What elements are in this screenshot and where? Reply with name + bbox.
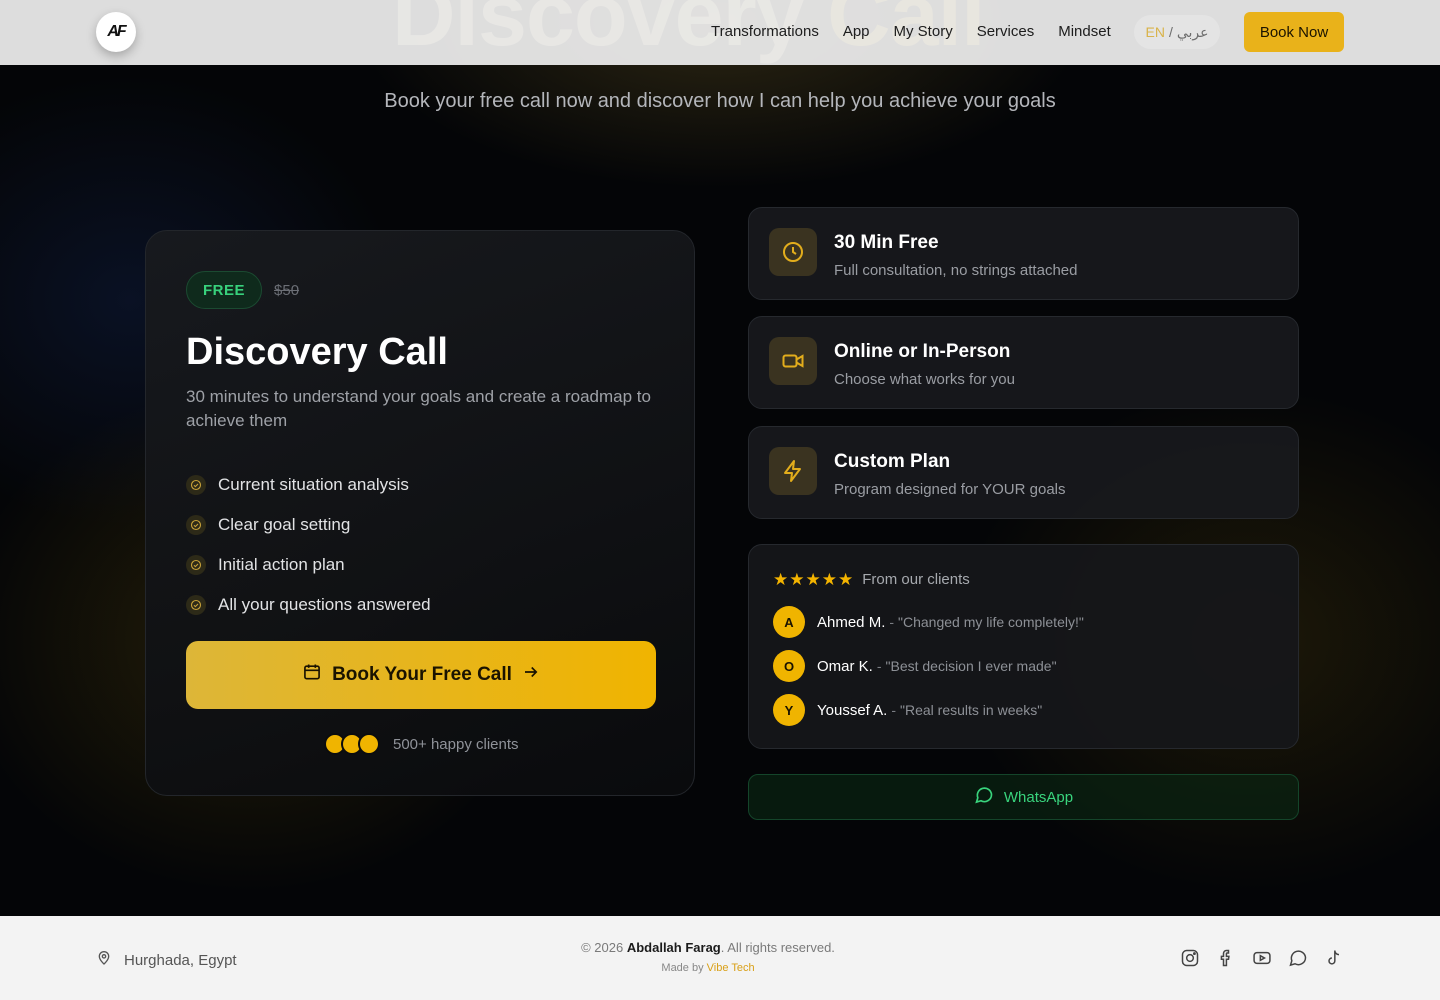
card-title: Discovery Call [186, 331, 448, 373]
tiktok-icon[interactable] [1324, 948, 1344, 968]
nav-link-transformations[interactable]: Transformations [711, 23, 819, 40]
made-by-label: Made by [661, 962, 704, 974]
testimonial-quote: "Real results in weeks" [900, 702, 1043, 718]
book-now-button[interactable]: Book Now [1244, 12, 1344, 52]
feature-label: Initial action plan [218, 555, 345, 574]
nav-links: Transformations App My Story Services Mi… [711, 23, 1111, 40]
location-label: Hurghada, Egypt [124, 951, 237, 969]
separator: - [876, 658, 882, 674]
testimonial-quote: "Changed my life completely!" [898, 614, 1084, 630]
map-pin-icon [96, 950, 112, 970]
avatar: Y [773, 694, 805, 726]
feature-label: Current situation analysis [218, 475, 409, 494]
testimonial-row: Y Youssef A. - "Real results in weeks" [773, 694, 1042, 726]
hero-subtitle: Book your free call now and discover how… [384, 90, 1056, 112]
old-price: $50 [274, 281, 300, 299]
highlight-title: Online or In-Person [834, 341, 1011, 362]
avatar [358, 733, 380, 755]
testimonial-quote: "Best decision I ever made" [885, 658, 1057, 674]
highlight-subtitle: Choose what works for you [834, 371, 1015, 388]
whatsapp-button[interactable]: WhatsApp [748, 774, 1299, 820]
nav-link-services[interactable]: Services [977, 23, 1035, 40]
lang-ar[interactable]: عربي [1177, 24, 1209, 41]
feature-item: All your questions answered [186, 585, 431, 625]
whatsapp-icon[interactable] [1288, 948, 1308, 968]
feature-item: Current situation analysis [186, 465, 431, 505]
feature-list: Current situation analysis Clear goal se… [186, 465, 431, 625]
happy-clients-label: 500+ happy clients [393, 735, 519, 753]
logo[interactable]: AF [96, 12, 136, 52]
star-icon: ★ [821, 570, 837, 589]
separator: - [889, 614, 895, 630]
avatar: A [773, 606, 805, 638]
testimonial-row: O Omar K. - "Best decision I ever made" [773, 650, 1057, 682]
arrow-right-icon [522, 663, 540, 687]
lang-separator: / [1168, 24, 1173, 40]
star-icon: ★ [773, 570, 789, 589]
owner-name: Abdallah Farag [626, 940, 721, 955]
nav-link-mindset[interactable]: Mindset [1058, 23, 1111, 40]
video-camera-icon [769, 337, 817, 385]
location: Hurghada, Egypt [96, 950, 237, 970]
check-icon [186, 515, 206, 535]
highlight-subtitle: Full consultation, no strings attached [834, 262, 1078, 279]
testimonials-label: From our clients [862, 571, 970, 588]
youtube-icon[interactable] [1252, 948, 1272, 968]
footer: Hurghada, Egypt © 2026 Abdallah Farag. A… [0, 916, 1440, 1000]
testimonial-name: Ahmed M. [817, 613, 886, 631]
rating-row: ★ ★ ★ ★ ★ From our clients [773, 571, 970, 588]
clock-icon [769, 228, 817, 276]
highlight-card-online: Online or In-Person Choose what works fo… [748, 316, 1299, 409]
feature-label: Clear goal setting [218, 515, 351, 534]
made-by: Made by Vibe Tech [520, 962, 896, 974]
lightning-icon [769, 447, 817, 495]
star-icon: ★ [838, 570, 854, 589]
made-by-link[interactable]: Vibe Tech [707, 962, 755, 974]
card-description: 30 minutes to understand your goals and … [186, 387, 651, 430]
star-icon: ★ [789, 570, 805, 589]
highlight-card-plan: Custom Plan Program designed for YOUR go… [748, 426, 1299, 519]
free-badge: FREE [186, 271, 263, 309]
navbar: AF Transformations App My Story Services… [0, 0, 1440, 65]
discovery-call-card: FREE $50 Discovery Call 30 minutes to un… [145, 230, 695, 796]
testimonials-card: ★ ★ ★ ★ ★ From our clients A Ahmed M. - … [748, 544, 1299, 749]
testimonial-name: Youssef A. [817, 701, 888, 719]
testimonial-name: Omar K. [817, 657, 873, 675]
star-icon: ★ [805, 570, 821, 589]
lang-en[interactable]: EN [1146, 24, 1165, 40]
separator: - [891, 702, 897, 718]
language-switcher[interactable]: EN / عربي [1134, 15, 1220, 49]
social-links [1180, 948, 1344, 968]
feature-item: Clear goal setting [186, 505, 431, 545]
check-icon [186, 555, 206, 575]
highlight-title: 30 Min Free [834, 232, 939, 253]
facebook-icon[interactable] [1216, 948, 1236, 968]
feature-label: All your questions answered [218, 595, 431, 614]
rights-text: . All rights reserved. [720, 940, 835, 955]
chat-bubble-icon [974, 785, 994, 809]
testimonial-row: A Ahmed M. - "Changed my life completely… [773, 606, 1084, 638]
cta-label: Book Your Free Call [332, 664, 512, 685]
nav-link-app[interactable]: App [843, 23, 870, 40]
feature-item: Initial action plan [186, 545, 431, 585]
book-free-call-button[interactable]: Book Your Free Call [186, 641, 656, 709]
copyright: © 2026 Abdallah Farag. All rights reserv… [520, 940, 896, 955]
whatsapp-label: WhatsApp [1003, 788, 1074, 806]
calendar-icon [302, 662, 322, 688]
happy-clients: 500+ happy clients [324, 733, 519, 755]
client-avatars [324, 733, 380, 755]
instagram-icon[interactable] [1180, 948, 1200, 968]
highlight-subtitle: Program designed for YOUR goals [834, 481, 1066, 498]
check-icon [186, 475, 206, 495]
copyright-prefix: © 2026 [581, 940, 624, 955]
avatar: O [773, 650, 805, 682]
highlight-title: Custom Plan [834, 451, 951, 472]
nav-link-my-story[interactable]: My Story [894, 23, 953, 40]
highlight-card-free: 30 Min Free Full consultation, no string… [748, 207, 1299, 300]
price-row: FREE $50 [186, 271, 299, 309]
check-icon [186, 595, 206, 615]
